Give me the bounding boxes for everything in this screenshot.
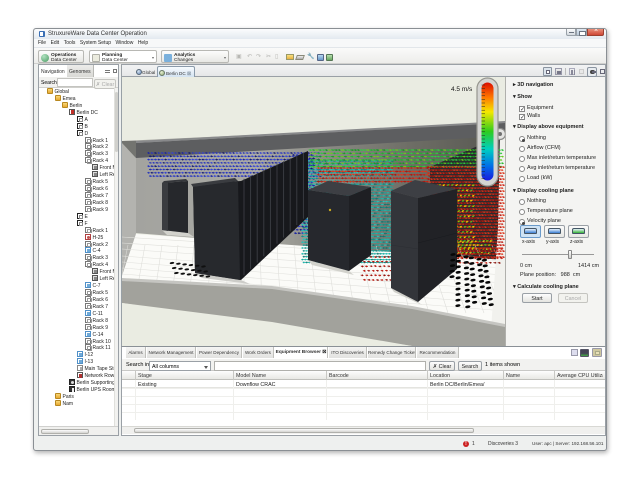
svg-text:4.5 m/s: 4.5 m/s xyxy=(451,86,473,93)
